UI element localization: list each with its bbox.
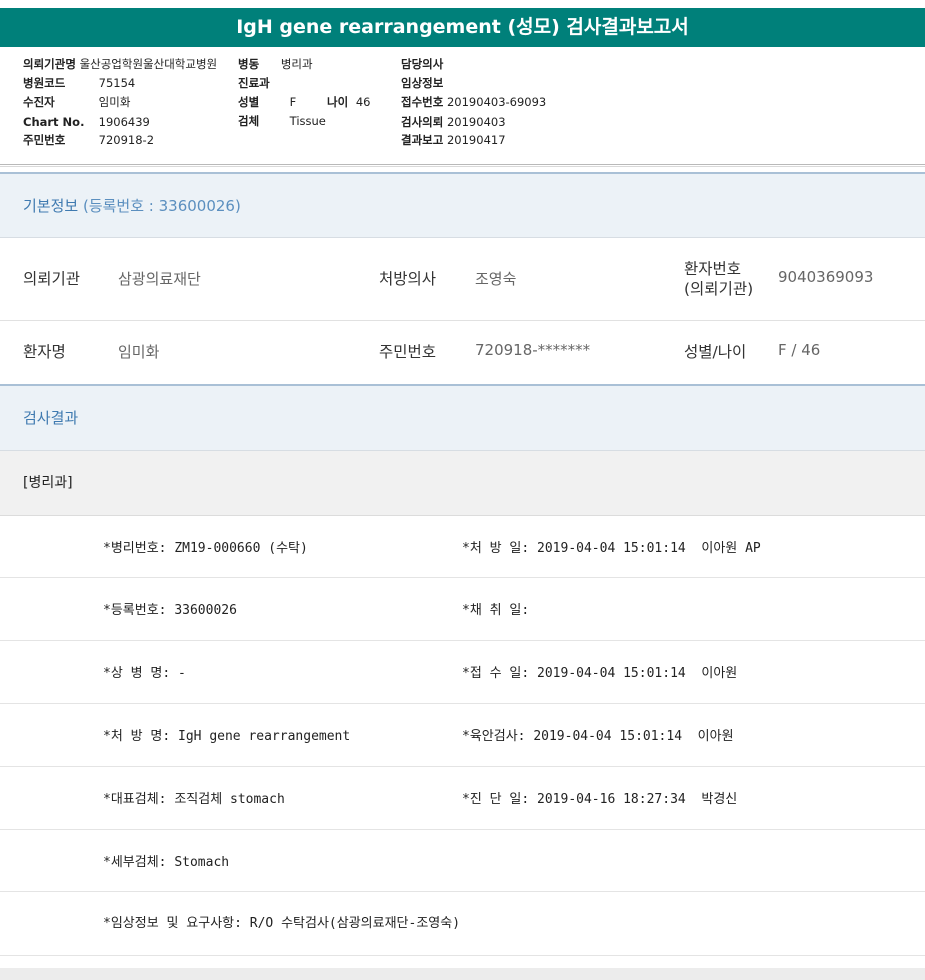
- result-row-left: *대표검체: 조직검체 stomach: [103, 792, 285, 807]
- header-divider-secondary: [0, 166, 925, 167]
- result-row: *병리번호: ZM19-000660 (수탁) *처 방 일: 2019-04-…: [0, 516, 925, 578]
- sex-age-value: F / 46: [778, 341, 821, 359]
- header-collector: 수진자 임미화: [23, 93, 130, 112]
- header-hospital-code: 병원코드 75154: [23, 74, 135, 93]
- result-row: *등록번호: 33600026 *채 취 일:: [0, 578, 925, 641]
- results-title: 검사결과: [23, 409, 79, 427]
- footer-bar: [0, 968, 925, 980]
- header-clinical-info: 임상정보: [401, 74, 447, 93]
- results-department-row: [병리과]: [0, 451, 925, 516]
- result-row: *세부검체: Stomach: [0, 830, 925, 892]
- sex-label: 성별: [238, 95, 260, 109]
- result-row-right: *육안검사: 2019-04-04 15:01:14 이아원: [462, 729, 734, 744]
- header-sex: 성별 F: [238, 93, 296, 112]
- hospital-code-value: 75154: [98, 76, 136, 90]
- result-report-label: 결과보고: [401, 133, 444, 147]
- result-row: *처 방 명: IgH gene rearrangement *육안검사: 20…: [0, 704, 925, 767]
- collector-value: 임미화: [98, 95, 131, 109]
- resident-no-label: 주민번호: [23, 133, 66, 147]
- req-institution-label-2: 의뢰기관: [23, 270, 81, 288]
- patient-name-label: 환자명: [23, 343, 66, 361]
- hospital-code-label: 병원코드: [23, 76, 66, 90]
- prescriber-label: 처방의사: [379, 270, 437, 288]
- results-header: 검사결과: [0, 384, 925, 451]
- req-institution-value: 울산공업학원울산대학교병원: [79, 57, 218, 71]
- patient-name-value: 임미화: [118, 343, 160, 361]
- header-department: 진료과: [238, 74, 273, 93]
- basic-info-row-2: 환자명 임미화 주민번호 720918-******* 성별/나이 F / 46: [0, 321, 925, 384]
- clinical-info-label: 임상정보: [401, 76, 444, 90]
- basic-info-title: 기본정보: [23, 197, 79, 215]
- basic-info-reg-note: (등록번호 : 33600026): [82, 197, 241, 215]
- report-title: IgH gene rearrangement (성모) 검사결과보고서: [0, 8, 925, 47]
- chart-no-value: 1906439: [98, 115, 150, 129]
- receipt-no-label: 접수번호: [401, 95, 444, 109]
- patient-no-label: 환자번호: [684, 260, 742, 278]
- result-row-left: *임상정보 및 요구사항: R/O 수탁검사(삼광의료재단-조영숙): [103, 916, 461, 931]
- header-age: 나이 46: [327, 93, 370, 112]
- receipt-no-value: 20190403-69093: [446, 95, 547, 109]
- result-row: *상 병 명: - *접 수 일: 2019-04-04 15:01:14 이아…: [0, 641, 925, 704]
- result-row: *대표검체: 조직검체 stomach *진 단 일: 2019-04-16 1…: [0, 767, 925, 830]
- req-institution-label: 의뢰기관명: [23, 57, 76, 71]
- ward-label: 병동: [238, 57, 260, 71]
- resident-no-label-2: 주민번호: [379, 343, 437, 361]
- patient-no-label-sub: (의뢰기관): [684, 280, 754, 298]
- age-label: 나이: [327, 95, 349, 109]
- sex-age-label: 성별/나이: [684, 343, 747, 361]
- sex-value: F: [289, 95, 297, 109]
- result-row-right: *진 단 일: 2019-04-16 18:27:34 박경신: [462, 792, 738, 807]
- attending-label: 담당의사: [401, 57, 444, 71]
- basic-info-header: 기본정보 (등록번호 : 33600026): [0, 172, 925, 238]
- test-request-value: 20190403: [446, 115, 506, 129]
- header-specimen: 검체 Tissue: [238, 112, 326, 131]
- header-test-request: 검사의뢰 20190403: [401, 113, 506, 132]
- patient-no-value: 9040369093: [778, 268, 874, 286]
- header-result-report: 결과보고 20190417: [401, 131, 506, 150]
- header-ward: 병동 병리과: [238, 55, 313, 74]
- basic-info-title-line: 기본정보 (등록번호 : 33600026): [23, 195, 241, 216]
- result-row: *임상정보 및 요구사항: R/O 수탁검사(삼광의료재단-조영숙): [0, 892, 925, 956]
- specimen-value: Tissue: [289, 114, 326, 128]
- prescriber-value: 조영숙: [475, 270, 517, 288]
- req-institution-value-2: 삼광의료재단: [118, 270, 201, 288]
- specimen-label: 검체: [238, 114, 260, 128]
- resident-no-value-2: 720918-*******: [475, 341, 591, 359]
- test-request-label: 검사의뢰: [401, 115, 444, 129]
- resident-no-value: 720918-2: [98, 133, 155, 147]
- basic-info-row-1: 의뢰기관 삼광의료재단 처방의사 조영숙 환자번호 (의뢰기관) 9040369…: [0, 238, 925, 321]
- age-value: 46: [355, 95, 371, 109]
- header-institution: 의뢰기관명 울산공업학원울산대학교병원: [23, 55, 217, 74]
- result-report-value: 20190417: [446, 133, 506, 147]
- result-row-left: *처 방 명: IgH gene rearrangement: [103, 729, 351, 744]
- collector-label: 수진자: [23, 95, 55, 109]
- header-attending: 담당의사: [401, 55, 447, 74]
- header-divider: [0, 164, 925, 165]
- ward-value: 병리과: [280, 57, 313, 71]
- result-row-right: *채 취 일:: [462, 603, 530, 618]
- result-row-right: *처 방 일: 2019-04-04 15:01:14 이아원 AP: [462, 541, 761, 556]
- header-chart-no: Chart No. 1906439: [23, 113, 150, 132]
- result-row-left: *병리번호: ZM19-000660 (수탁): [103, 541, 308, 556]
- header-receipt-no: 접수번호 20190403-69093: [401, 93, 546, 112]
- result-row-left: *상 병 명: -: [103, 666, 186, 681]
- result-row-left: *세부검체: Stomach: [103, 855, 230, 870]
- result-row-left: *등록번호: 33600026: [103, 603, 237, 618]
- results-department: [병리과]: [23, 475, 73, 491]
- header-resident-no: 주민번호 720918-2: [23, 131, 154, 150]
- result-row-right: *접 수 일: 2019-04-04 15:01:14 이아원: [462, 666, 738, 681]
- chart-no-label: Chart No.: [23, 115, 85, 129]
- department-label: 진료과: [238, 76, 270, 90]
